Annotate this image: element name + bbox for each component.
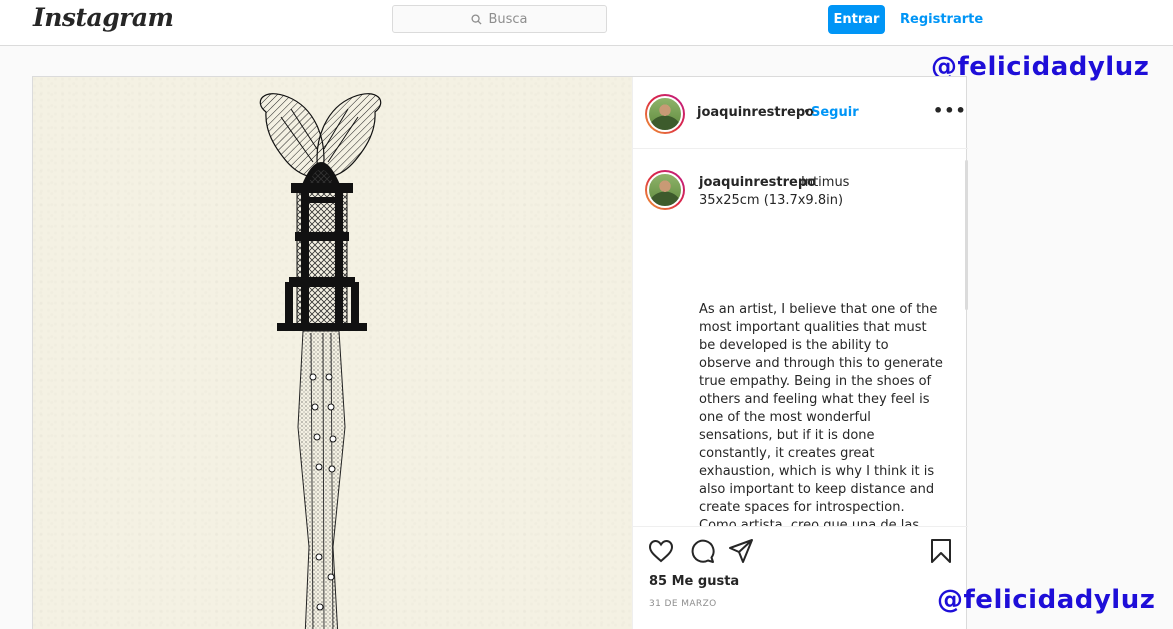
separator-dot: •: [803, 105, 811, 120]
caption-scrollbar[interactable]: [965, 160, 968, 310]
more-options-icon[interactable]: •••: [933, 101, 967, 120]
comment-icon[interactable]: [688, 537, 716, 565]
author-avatar[interactable]: [645, 94, 685, 134]
caption-area: joaquinrestrepo Intimus 35x25cm (13.7x9.…: [633, 150, 968, 526]
post-actions: 85 Me gusta 31 DE MARZO: [633, 526, 968, 629]
post-image[interactable]: [33, 77, 632, 629]
author-username[interactable]: joaquinrestrepo: [697, 105, 814, 120]
post-header: joaquinrestrepo • Seguir •••: [633, 77, 968, 149]
caption-paragraph-english: As an artist, I believe that one of the …: [699, 302, 943, 515]
bookmark-icon[interactable]: [927, 537, 955, 565]
caption-username[interactable]: joaquinrestrepo: [699, 175, 816, 190]
search-input[interactable]: Busca: [392, 5, 607, 33]
post-sidebar: joaquinrestrepo • Seguir ••• joaquinrest…: [632, 77, 968, 629]
caption-title: Intimus: [801, 175, 850, 190]
follow-button[interactable]: Seguir: [811, 105, 859, 120]
caption-avatar[interactable]: [645, 170, 685, 210]
share-icon[interactable]: [727, 537, 755, 565]
heart-icon[interactable]: [647, 537, 675, 565]
instagram-logo[interactable]: Instagram: [33, 3, 174, 32]
caption-size: 35x25cm (13.7x9.8in): [699, 193, 844, 208]
search-icon: [471, 13, 483, 25]
likes-count[interactable]: 85 Me gusta: [649, 574, 739, 589]
post-container: joaquinrestrepo • Seguir ••• joaquinrest…: [32, 76, 968, 629]
top-nav-bar: Instagram Busca Entrar Registrarte: [0, 0, 1173, 46]
signup-link[interactable]: Registrarte: [900, 5, 983, 34]
watermark-bottom: @felicidadyluz: [937, 585, 1156, 615]
post-date[interactable]: 31 DE MARZO: [649, 599, 717, 609]
login-button[interactable]: Entrar: [828, 5, 885, 34]
search-placeholder: Busca: [488, 11, 528, 27]
caption-paragraph-spanish: Como artista, creo que una de las cualid…: [699, 518, 920, 526]
